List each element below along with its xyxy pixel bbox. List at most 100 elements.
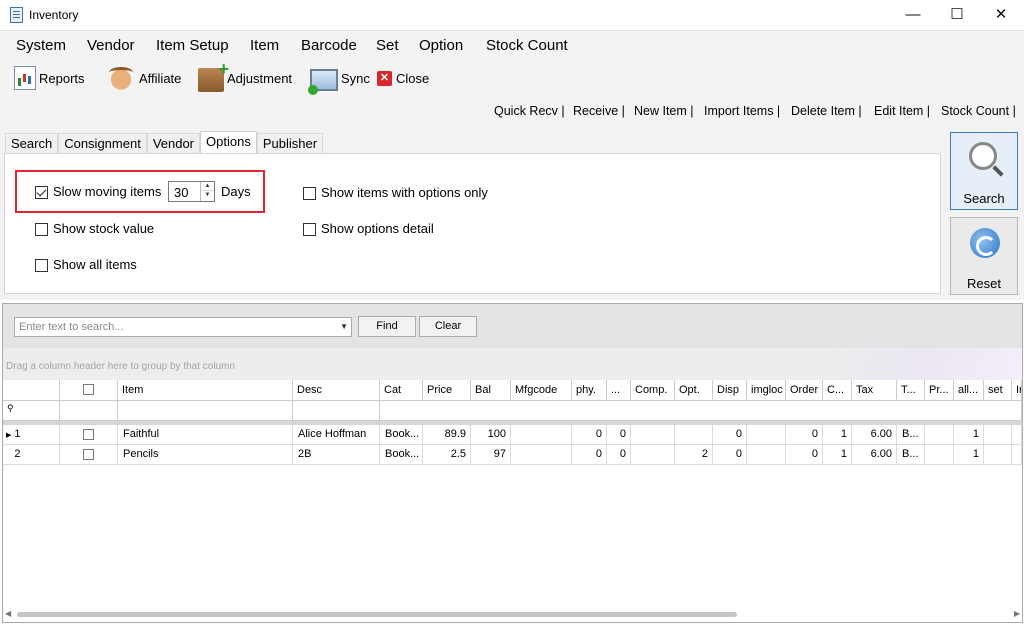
- col-header-ir[interactable]: Ir: [1012, 380, 1022, 401]
- col-header-order[interactable]: Order: [786, 380, 823, 401]
- imgloc-cell[interactable]: [747, 445, 786, 465]
- ir-cell[interactable]: [1012, 445, 1022, 465]
- search-button[interactable]: Search: [950, 132, 1018, 210]
- close-window-button[interactable]: ✕: [978, 0, 1024, 30]
- filter-cell[interactable]: [60, 401, 118, 421]
- link-stock-count[interactable]: Stock Count |: [941, 104, 1016, 118]
- link-quick-recv[interactable]: Quick Recv |: [494, 104, 565, 118]
- set-cell[interactable]: [984, 425, 1012, 445]
- col-header-all[interactable]: all...: [954, 380, 984, 401]
- col-header-bal[interactable]: Bal: [471, 380, 511, 401]
- tab-consignment[interactable]: Consignment: [58, 133, 147, 154]
- item-cell[interactable]: Faithful: [118, 425, 293, 445]
- affiliate-button[interactable]: Affiliate: [106, 61, 181, 95]
- adjustment-button[interactable]: Adjustment: [198, 59, 292, 95]
- close-button[interactable]: ✕ Close: [377, 61, 429, 95]
- col-header-phy[interactable]: phy.: [572, 380, 607, 401]
- sync-button[interactable]: Sync: [308, 61, 370, 95]
- all-cell[interactable]: 1: [954, 425, 984, 445]
- slow-moving-checkbox[interactable]: [35, 186, 48, 199]
- menu-stock-count[interactable]: Stock Count: [486, 37, 568, 54]
- c-cell[interactable]: 1: [823, 425, 852, 445]
- select-all-checkbox[interactable]: [83, 384, 94, 395]
- show-all-items-checkbox[interactable]: [35, 259, 48, 272]
- order-cell[interactable]: 0: [786, 445, 823, 465]
- stepper-down-icon[interactable]: ▼: [201, 191, 214, 200]
- row-number-cell[interactable]: ▶2: [3, 445, 60, 465]
- tab-vendor[interactable]: Vendor: [146, 133, 201, 154]
- col-header-pr[interactable]: Pr...: [925, 380, 954, 401]
- dropdown-arrow-icon[interactable]: ▼: [340, 322, 348, 331]
- tax-cell[interactable]: 6.00: [852, 445, 897, 465]
- desc-cell[interactable]: Alice Hoffman: [293, 425, 380, 445]
- link-edit-item[interactable]: Edit Item |: [874, 104, 930, 118]
- c-cell[interactable]: 1: [823, 445, 852, 465]
- phy-cell[interactable]: 0: [572, 445, 607, 465]
- days-stepper[interactable]: 30 ▲ ▼: [168, 181, 215, 202]
- menu-barcode[interactable]: Barcode: [301, 37, 357, 54]
- desc-cell[interactable]: 2B: [293, 445, 380, 465]
- col-header-tax[interactable]: Tax: [852, 380, 897, 401]
- reports-button[interactable]: Reports: [10, 61, 85, 95]
- row-select-cell[interactable]: [60, 425, 118, 445]
- opt-cell[interactable]: [675, 425, 713, 445]
- item-cell[interactable]: Pencils: [118, 445, 293, 465]
- show-stock-value-checkbox[interactable]: [35, 223, 48, 236]
- menu-vendor[interactable]: Vendor: [87, 37, 135, 54]
- minimize-button[interactable]: —: [890, 0, 936, 30]
- pr-cell[interactable]: [925, 445, 954, 465]
- horizontal-scrollbar[interactable]: ◀ ▶: [5, 609, 1020, 620]
- cat-cell[interactable]: Book...: [380, 445, 423, 465]
- menu-item[interactable]: Item: [250, 37, 279, 54]
- bal-cell[interactable]: 100: [471, 425, 511, 445]
- col-header-t[interactable]: T...: [897, 380, 925, 401]
- stepper-up-icon[interactable]: ▲: [201, 182, 214, 191]
- menu-set[interactable]: Set: [376, 37, 399, 54]
- show-items-with-options-checkbox[interactable]: [303, 187, 316, 200]
- clear-button[interactable]: Clear: [419, 316, 477, 337]
- group-panel[interactable]: Drag a column header here to group by th…: [3, 348, 1022, 380]
- scroll-left-icon[interactable]: ◀: [5, 609, 11, 618]
- row-checkbox[interactable]: [83, 449, 94, 460]
- reset-button[interactable]: Reset: [950, 217, 1018, 295]
- cat-cell[interactable]: Book...: [380, 425, 423, 445]
- dots-cell[interactable]: 0: [607, 445, 631, 465]
- link-delete-item[interactable]: Delete Item |: [791, 104, 862, 118]
- col-header-imgloc[interactable]: imgloc: [747, 380, 786, 401]
- filter-cell[interactable]: [118, 401, 293, 421]
- scroll-right-icon[interactable]: ▶: [1014, 609, 1020, 618]
- show-options-detail-checkbox[interactable]: [303, 223, 316, 236]
- row-select-cell[interactable]: [60, 445, 118, 465]
- col-header-mfgcode[interactable]: Mfgcode: [511, 380, 572, 401]
- maximize-button[interactable]: ☐: [934, 0, 980, 30]
- order-cell[interactable]: 0: [786, 425, 823, 445]
- link-import-items[interactable]: Import Items |: [704, 104, 780, 118]
- t-cell[interactable]: B...: [897, 425, 925, 445]
- imgloc-cell[interactable]: [747, 425, 786, 445]
- phy-cell[interactable]: 0: [572, 425, 607, 445]
- set-cell[interactable]: [984, 445, 1012, 465]
- col-header-opt[interactable]: Opt.: [675, 380, 713, 401]
- price-cell[interactable]: 2.5: [423, 445, 471, 465]
- col-header-dots[interactable]: ...: [607, 380, 631, 401]
- mfgcode-cell[interactable]: [511, 445, 572, 465]
- tax-cell[interactable]: 6.00: [852, 425, 897, 445]
- bal-cell[interactable]: 97: [471, 445, 511, 465]
- comp-cell[interactable]: [631, 425, 675, 445]
- col-header-item[interactable]: Item: [118, 380, 293, 401]
- disp-cell[interactable]: 0: [713, 425, 747, 445]
- scroll-thumb[interactable]: [17, 612, 737, 617]
- col-header-desc[interactable]: Desc: [293, 380, 380, 401]
- price-cell[interactable]: 89.9: [423, 425, 471, 445]
- col-header-cat[interactable]: Cat: [380, 380, 423, 401]
- select-all-header[interactable]: [60, 380, 118, 401]
- link-new-item[interactable]: New Item |: [634, 104, 694, 118]
- ir-cell[interactable]: [1012, 425, 1022, 445]
- filter-cell[interactable]: [293, 401, 380, 421]
- menu-item-setup[interactable]: Item Setup: [156, 37, 229, 54]
- filter-cell[interactable]: [380, 401, 1022, 421]
- link-receive[interactable]: Receive |: [573, 104, 625, 118]
- mfgcode-cell[interactable]: [511, 425, 572, 445]
- opt-cell[interactable]: 2: [675, 445, 713, 465]
- row-checkbox[interactable]: [83, 429, 94, 440]
